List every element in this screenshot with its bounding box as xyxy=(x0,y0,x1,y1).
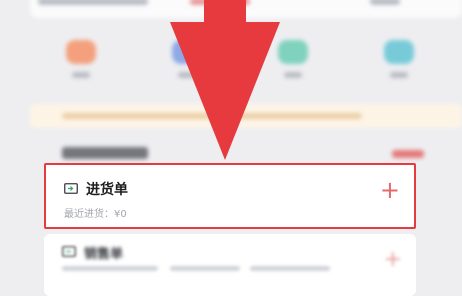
add-purchase-button[interactable]: + xyxy=(380,178,400,202)
notice-bar[interactable] xyxy=(30,104,462,128)
shortcut-tile-2[interactable] xyxy=(172,40,202,64)
add-sales-button[interactable]: + xyxy=(384,247,402,272)
shortcut-tile-4[interactable] xyxy=(384,40,414,64)
top-summary-card xyxy=(30,0,462,18)
purchase-order-title: 进货单 xyxy=(86,182,128,198)
section-title xyxy=(62,147,148,159)
shortcut-tile-1[interactable] xyxy=(66,40,96,64)
sales-order-title: 销售单 xyxy=(84,247,124,262)
purchase-order-card[interactable]: 进货单 最近进货：¥0 + xyxy=(44,163,416,229)
sales-order-card[interactable]: 销售单 + xyxy=(44,234,416,296)
shortcut-icon-row xyxy=(30,26,462,96)
document-import-icon xyxy=(64,183,78,194)
section-more-link[interactable] xyxy=(392,150,424,158)
purchase-order-recent: 最近进货：¥0 xyxy=(64,209,127,220)
shortcut-tile-3[interactable] xyxy=(278,40,308,64)
document-export-icon xyxy=(62,246,76,257)
